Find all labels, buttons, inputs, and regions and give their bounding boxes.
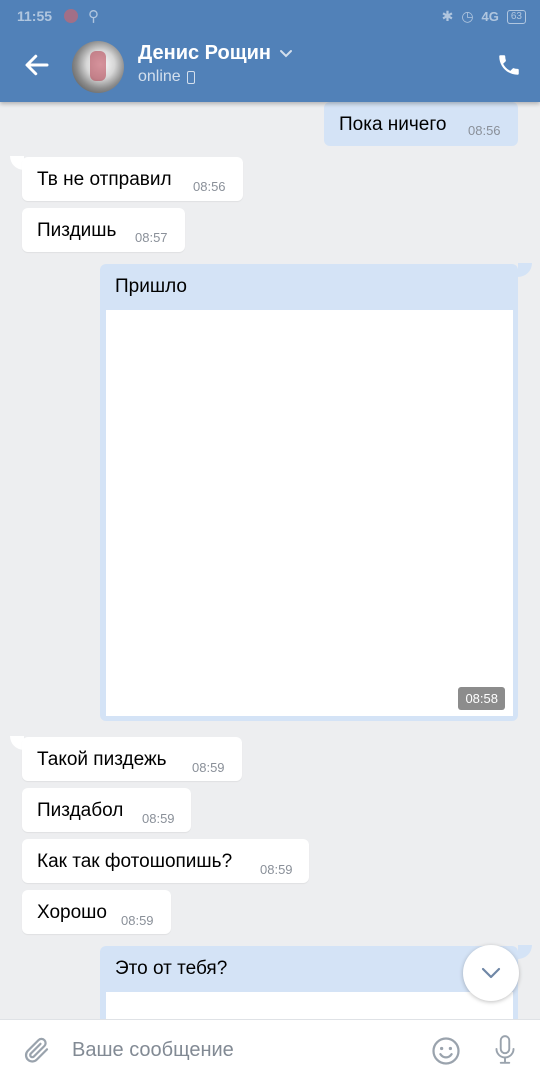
back-arrow-icon[interactable] xyxy=(22,50,52,80)
chat-header: 11:55 ⚲ ✱ ◷ 4G 63 Денис Рощин online xyxy=(0,0,540,102)
message-time: 08:59 xyxy=(260,862,293,877)
message-incoming[interactable]: Как так фотошопишь? 08:59 xyxy=(22,839,309,883)
message-time: 08:59 xyxy=(121,913,154,928)
message-incoming[interactable]: Пиздишь 08:57 xyxy=(22,208,185,252)
message-time: 08:59 xyxy=(192,760,225,775)
phone-call-icon[interactable] xyxy=(496,52,522,78)
status-indicators: ✱ ◷ 4G 63 xyxy=(442,8,526,25)
photo-attachment[interactable]: 08:58 xyxy=(106,310,513,716)
contact-name: Денис Рощин xyxy=(138,42,271,64)
search-icon: ⚲ xyxy=(88,8,99,25)
message-text: Пока ничего xyxy=(339,114,447,135)
message-incoming[interactable]: Тв не отправил 08:56 xyxy=(22,157,243,201)
network-label: 4G xyxy=(481,9,499,24)
photo-time: 08:58 xyxy=(458,687,505,710)
bubble-tail xyxy=(518,945,532,959)
message-text: Это от тебя? xyxy=(115,958,228,979)
contact-title[interactable]: Денис Рощин xyxy=(138,42,293,65)
status-time: 11:55 xyxy=(17,8,53,24)
scroll-to-bottom-button[interactable] xyxy=(463,945,519,1001)
message-outgoing[interactable]: Пока ничего 08:56 xyxy=(324,102,518,146)
message-text: Такой пиздежь xyxy=(37,749,167,770)
message-time: 08:56 xyxy=(193,179,226,194)
battery-icon: 63 xyxy=(506,9,526,24)
message-incoming[interactable]: Хорошо 08:59 xyxy=(22,890,171,934)
message-text: Как так фотошопишь? xyxy=(37,851,233,872)
microphone-icon[interactable] xyxy=(492,1034,518,1066)
paperclip-icon[interactable] xyxy=(22,1035,52,1065)
avatar[interactable] xyxy=(72,41,124,93)
bluetooth-icon: ✱ xyxy=(441,8,454,24)
message-time: 08:56 xyxy=(468,123,501,138)
alarm-icon: ◷ xyxy=(461,8,474,24)
message-time: 08:59 xyxy=(142,811,175,826)
chevron-down-icon xyxy=(481,967,501,979)
message-text: Пришло xyxy=(115,276,187,297)
message-time: 08:57 xyxy=(135,230,168,245)
message-incoming[interactable]: Такой пиздежь 08:59 xyxy=(22,737,242,781)
message-outgoing-photo[interactable]: Это от тебя? xyxy=(100,946,518,1032)
contact-status: online xyxy=(138,68,195,86)
message-text: Пиздишь xyxy=(37,220,117,241)
message-text: Тв не отправил xyxy=(37,169,172,190)
bubble-tail xyxy=(518,263,532,277)
message-text: Хорошо xyxy=(37,902,107,923)
mobile-device-icon xyxy=(186,70,195,84)
status-bar: 11:55 ⚲ ✱ ◷ 4G 63 xyxy=(0,0,540,32)
chevron-down-icon xyxy=(279,49,292,57)
smile-icon[interactable] xyxy=(431,1036,461,1066)
message-incoming[interactable]: Пиздабол 08:59 xyxy=(22,788,191,832)
message-composer xyxy=(0,1019,540,1080)
status-label: online xyxy=(138,68,181,85)
message-input[interactable] xyxy=(72,1030,412,1070)
message-text: Пиздабол xyxy=(37,800,124,821)
notification-icon xyxy=(64,9,78,23)
